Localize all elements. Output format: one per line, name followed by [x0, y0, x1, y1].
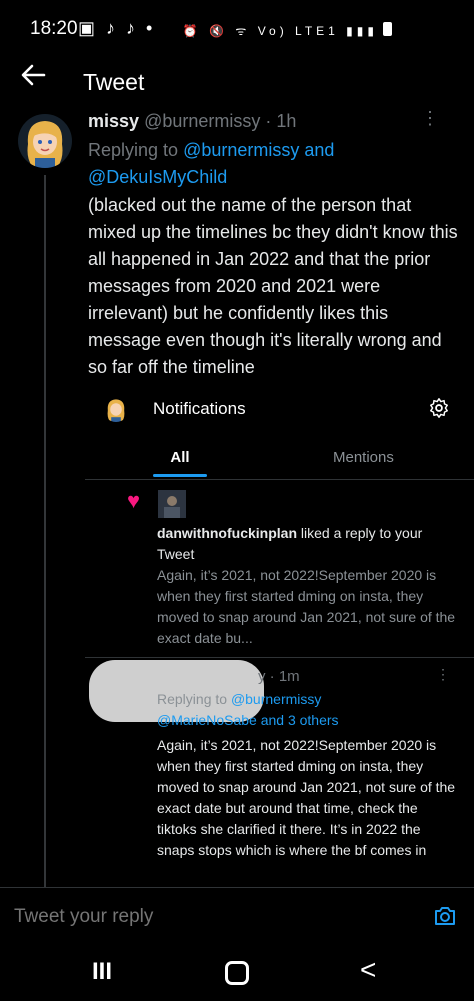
reply-body: Again, it’s 2021, not 2022!September 202… — [157, 737, 456, 858]
mention-link[interactable]: @burnermissy and — [183, 140, 334, 160]
replying-prefix: Replying to — [88, 140, 179, 160]
recents-button[interactable]: III — [92, 958, 112, 986]
tab-mentions: Mentions — [333, 449, 394, 466]
thread-line — [44, 175, 46, 890]
reply-input[interactable] — [14, 906, 374, 928]
avatar[interactable] — [18, 114, 72, 168]
more-options-icon[interactable]: ⋮ — [421, 108, 439, 129]
notifications-title: Notifications — [153, 399, 246, 418]
avatar — [158, 490, 186, 518]
page-title: Tweet — [83, 69, 145, 95]
tweet-author-line: missy @burnermissy · 1h — [88, 111, 296, 132]
battery-icon — [383, 22, 392, 36]
system-back-button[interactable]: < — [360, 954, 376, 986]
tab-all: All — [170, 449, 190, 466]
replying-prefix: Replying to — [157, 691, 228, 707]
status-left-icons: ▣ ♪ ♪ • — [78, 18, 156, 38]
replying-to: Replying to @burnermissy and @DekuIsMyCh… — [88, 137, 463, 191]
gear-icon — [428, 397, 450, 425]
back-arrow-icon[interactable] — [20, 62, 46, 95]
more-options-icon: ⋮ — [436, 666, 450, 682]
replying-to: Replying to @burnermissy @MarieNoSabe an… — [157, 689, 457, 731]
avatar — [103, 396, 129, 422]
mention-link: @burnermissy — [230, 691, 322, 707]
liker-username: danwithnofuckinplan — [157, 525, 297, 541]
status-right-icons: ⏰ 🔇 ᯤ Vo) LTE1 ▮▮▮ — [182, 24, 378, 38]
author-handle-time: @burnermissy · 1h — [144, 111, 297, 131]
mention-link[interactable]: @DekuIsMyChild — [88, 167, 227, 187]
divider — [85, 657, 474, 658]
top-app-bar — [0, 56, 474, 110]
heart-icon: ♥ — [127, 488, 141, 513]
reply-time: y · 1m — [258, 668, 300, 685]
like-notification-text: danwithnofuckinplan liked a reply to you… — [157, 523, 457, 565]
mention-link: @MarieNoSabe and 3 others — [157, 712, 339, 728]
home-button[interactable] — [225, 961, 249, 985]
divider — [85, 479, 474, 480]
liked-reply-excerpt: Again, it’s 2021, not 2022!September 202… — [157, 567, 456, 646]
status-time: 18:20 — [30, 18, 78, 39]
author-name[interactable]: missy — [88, 111, 139, 131]
divider — [0, 887, 474, 888]
camera-icon[interactable] — [433, 904, 457, 928]
status-bar: 18:20 ▣ ♪ ♪ • ⏰ 🔇 ᯤ Vo) LTE1 ▮▮▮ — [0, 0, 474, 56]
active-tab-indicator — [153, 474, 207, 477]
tweet-body: (blacked out the name of the person that… — [88, 195, 458, 377]
